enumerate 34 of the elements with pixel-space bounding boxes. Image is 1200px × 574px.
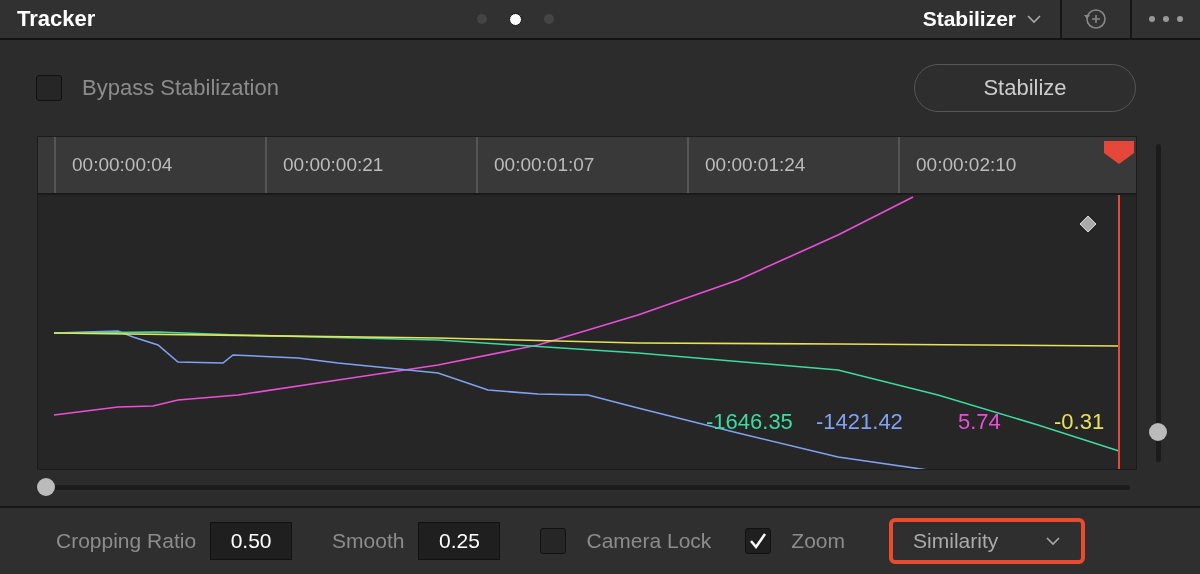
slider-thumb[interactable] [37,478,55,496]
playhead-marker-icon [1102,139,1136,165]
page-dot[interactable] [509,12,522,26]
timecode-label: 00:00:01:07 [476,137,687,193]
timecode-label: 00:00:00:21 [265,137,476,193]
checkbox-label: Camera Lock [586,529,712,553]
number-field[interactable]: 0.25 [418,522,501,560]
checkbox-label: Bypass Stabilization [82,75,279,101]
chevron-icon [1026,12,1042,26]
slider-thumb[interactable] [1149,423,1167,441]
zoom-slider[interactable] [1149,144,1167,462]
mode-dropdown[interactable]: Stabilizer [922,7,1060,31]
checkbox-label: Zoom [791,529,846,553]
stabilize-button[interactable]: Stabilize [914,64,1136,112]
value-reading: 5.74 [958,409,1002,435]
camera-lock-checkbox[interactable] [540,528,567,554]
bypass-checkbox[interactable] [36,75,62,101]
timecode-label: 00:00:00:04 [54,137,265,193]
reset-icon [1083,6,1109,32]
mode-dropdown[interactable]: Similarity [889,518,1086,564]
number-field[interactable]: 0.50 [210,522,293,560]
zoom-checkbox[interactable] [745,528,772,554]
scroll-slider[interactable] [37,478,1130,496]
keyframe-icon [1079,215,1097,233]
timecode-label: 00:00:01:24 [687,137,898,193]
panel-title: Tracker [17,6,97,32]
value-reading: -1646.35 [706,409,794,435]
field-label: Smooth [332,529,405,553]
check-icon [748,531,769,551]
more-icon [1148,15,1184,23]
value-reading: -0.31 [1054,409,1105,435]
field-label: Cropping Ratio [56,529,197,553]
value-reading: -1421.42 [816,409,904,435]
chevron-icon [1045,534,1062,548]
